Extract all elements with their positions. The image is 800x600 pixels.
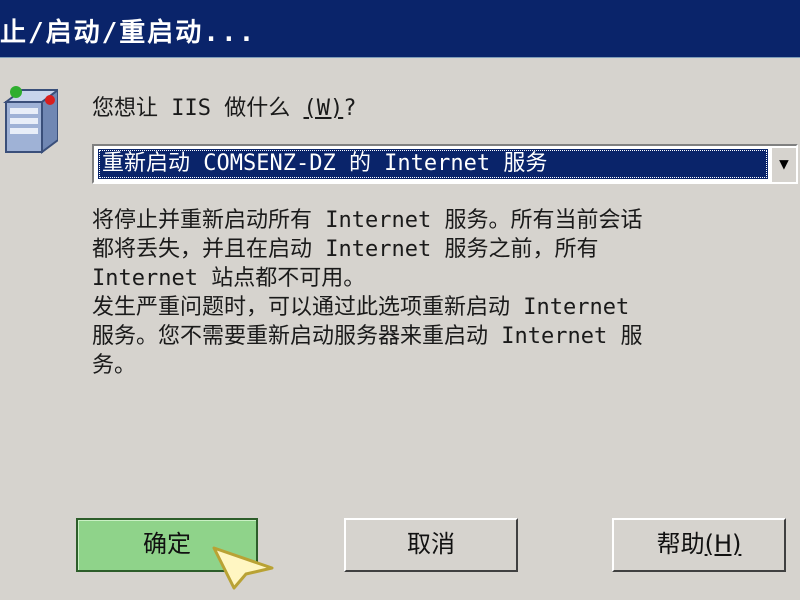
action-dropdown[interactable]: 重新启动 COMSENZ-DZ 的 Internet 服务 ▼ [92, 144, 798, 184]
cancel-button[interactable]: 取消 [344, 518, 518, 572]
window-title: 止/启动/重启动... [0, 18, 257, 48]
action-question-label: 您想让 IIS 做什么 (W)? [92, 96, 357, 121]
description-line: 服务。您不需要重新启动服务器来重启动 Internet 服 [92, 324, 643, 349]
chevron-down-icon[interactable]: ▼ [770, 146, 796, 182]
action-dropdown-selected[interactable]: 重新启动 COMSENZ-DZ 的 Internet 服务 [98, 149, 768, 179]
iis-server-icon [2, 86, 58, 154]
action-description: 将停止并重新启动所有 Internet 服务。所有当前会话 都将丢失，并且在启动… [92, 206, 796, 380]
description-line: Internet 站点都不可用。 [92, 266, 366, 291]
description-line: 务。 [92, 353, 137, 378]
help-button[interactable]: 帮助(H) [612, 518, 786, 572]
description-line: 发生严重问题时，可以通过此选项重新启动 Internet [92, 295, 630, 320]
description-line: 将停止并重新启动所有 Internet 服务。所有当前会话 [92, 208, 643, 233]
description-line: 都将丢失，并且在启动 Internet 服务之前，所有 [92, 237, 599, 262]
title-bar[interactable]: 止/启动/重启动... [0, 0, 800, 58]
cursor-arrow-icon [212, 546, 274, 590]
